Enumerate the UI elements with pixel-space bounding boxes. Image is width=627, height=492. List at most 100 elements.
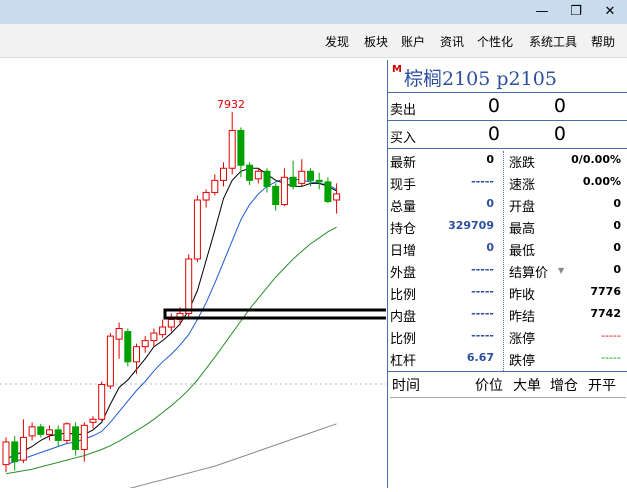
candle-body (115, 328, 123, 340)
tick-col-oi-change[interactable]: 增仓 (550, 375, 578, 395)
row-change: 涨跌 0/0.00% (509, 153, 621, 171)
candle (11, 435, 19, 471)
row-leverage: 杠杆 6.67 (390, 351, 494, 369)
candle (106, 333, 114, 390)
tick-list-header: 时间 价位 大单 增仓 开平 (388, 371, 627, 395)
row-open: 开盘 0 (509, 197, 621, 215)
row-settlement: 结算价 ▼ 0 (509, 263, 621, 281)
candle (54, 425, 62, 447)
candle-body (19, 436, 27, 461)
candle (159, 319, 167, 338)
kline-chart[interactable]: 7932 (0, 60, 473, 492)
row-inner-volume: 内盘 ----- (390, 307, 494, 325)
contract-title: 棕榈2105 p2105 (404, 68, 557, 90)
selection-box (163, 308, 473, 320)
menu-help[interactable]: 帮助 (591, 33, 615, 50)
candle-body (315, 179, 323, 183)
candle (272, 183, 280, 211)
candle-body (141, 340, 149, 348)
candle (98, 381, 106, 421)
candle-body (98, 383, 106, 420)
candle-body (150, 332, 158, 342)
candle (2, 437, 10, 473)
candle (237, 127, 245, 178)
candle (133, 343, 140, 374)
tick-divider (390, 397, 626, 398)
candle (63, 422, 71, 444)
candle-body (307, 170, 314, 181)
candle-body (202, 191, 210, 201)
row-latest: 最新 0 (390, 153, 494, 171)
close-icon[interactable]: ✕ (598, 3, 622, 21)
candle (19, 419, 27, 464)
candle (124, 328, 132, 367)
row-high: 最高 0 (509, 219, 621, 237)
candle (315, 172, 323, 190)
candle-body (272, 185, 280, 206)
menu-system-tools[interactable]: 系统工具 (529, 33, 577, 50)
row-limit-up: 涨停 ----- (509, 329, 621, 347)
maximize-icon[interactable]: ❐ (564, 3, 588, 21)
title-bar: — ❐ ✕ (0, 0, 627, 24)
candle-body (63, 423, 71, 441)
candle (280, 168, 288, 207)
sell-row[interactable]: 卖出 0 0 (388, 93, 627, 121)
row-limit-down: 跌停 ----- (509, 351, 621, 369)
minimize-icon[interactable]: — (530, 3, 554, 21)
menu-discover[interactable]: 发现 (325, 33, 349, 50)
candle-body (263, 170, 271, 187)
menu-news[interactable]: 资讯 (440, 33, 464, 50)
row-current-lot: 现手 ----- (390, 175, 494, 193)
quote-header: M 棕榈2105 p2105 (388, 60, 627, 93)
candle (254, 168, 262, 184)
candle (211, 174, 219, 196)
candle (28, 422, 36, 441)
candle-body (298, 170, 306, 184)
candle-body (124, 331, 132, 363)
candle-body (280, 176, 288, 206)
candle (167, 313, 175, 332)
candle (185, 254, 193, 317)
candle-body (254, 170, 262, 180)
candle-body (211, 179, 219, 193)
candle (220, 162, 227, 187)
row-open-interest: 持仓 329709 (390, 219, 494, 237)
row-outer-ratio: 比例 ----- (390, 285, 494, 303)
sell-volume: 0 (553, 95, 566, 117)
tick-col-open-close[interactable]: 开平 (588, 375, 616, 395)
candle-body (237, 129, 245, 166)
candle-body (159, 326, 167, 336)
row-prev-settle: 昨结 7742 (509, 307, 621, 325)
high-price-label: 7932 (217, 98, 245, 111)
candle (46, 425, 53, 441)
candle (72, 422, 80, 456)
tick-col-bigorder[interactable]: 大单 (513, 375, 541, 395)
candle (228, 112, 236, 175)
candle (202, 189, 210, 208)
tick-col-time[interactable]: 时间 (392, 375, 420, 395)
menu-sector[interactable]: 板块 (364, 33, 388, 50)
candle-body (246, 164, 254, 181)
kline-chart-svg: 7932 (0, 98, 473, 492)
row-daily-change: 日增 0 (390, 241, 494, 259)
candle-body (37, 426, 45, 435)
menu-bar: 发现 板块 账户 资讯 个性化 系统工具 帮助 (0, 24, 627, 58)
candle-body (80, 424, 88, 451)
buy-label: 买入 (390, 131, 417, 146)
candle-body (54, 429, 62, 441)
candle-body (11, 441, 19, 463)
buy-volume: 0 (553, 123, 566, 145)
candle-body (72, 426, 80, 451)
menu-personalize[interactable]: 个性化 (477, 33, 513, 50)
dropdown-icon[interactable]: ▼ (558, 266, 564, 275)
tick-col-price[interactable]: 价位 (475, 375, 503, 395)
menu-account[interactable]: 账户 (401, 33, 425, 50)
candle (141, 336, 149, 353)
candle-body (46, 429, 53, 435)
candle (89, 416, 97, 429)
candle-body (333, 193, 341, 201)
sell-label: 卖出 (390, 103, 417, 118)
buy-row[interactable]: 买入 0 0 (388, 121, 627, 149)
candle-body (228, 129, 236, 169)
candle-body (324, 181, 332, 203)
